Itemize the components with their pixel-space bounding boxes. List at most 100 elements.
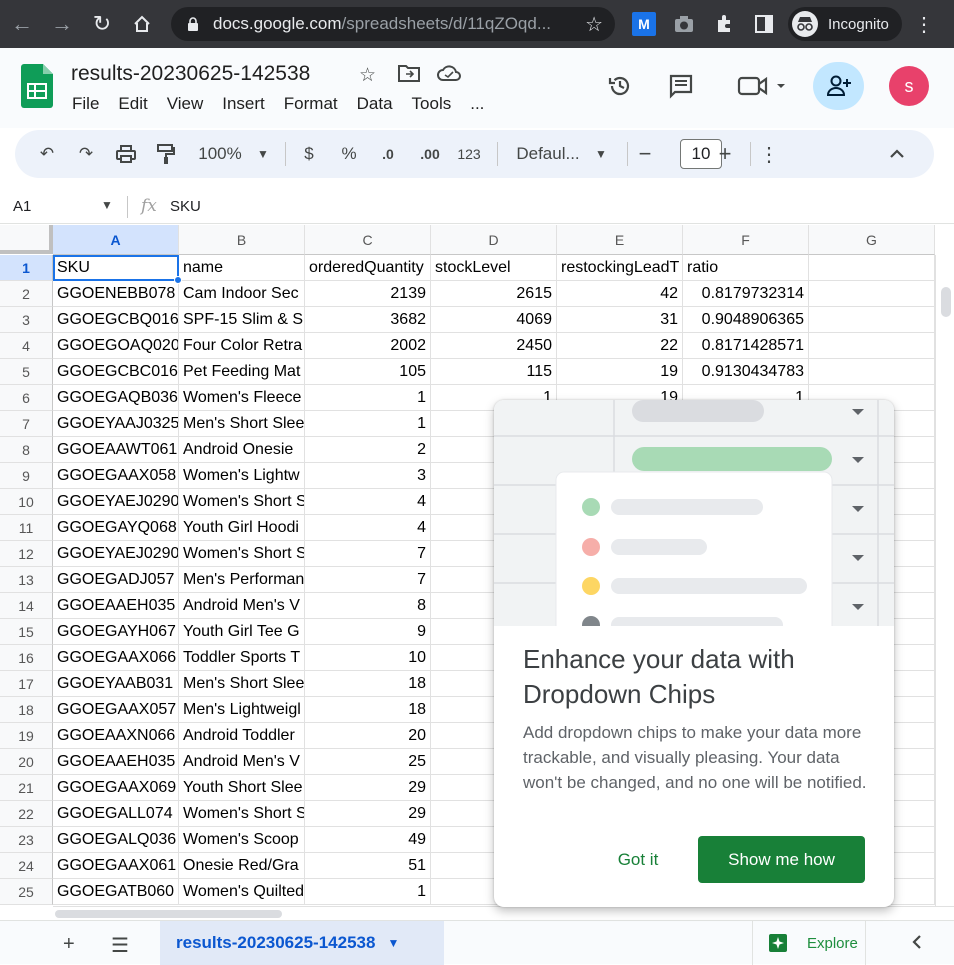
back-arrow-icon[interactable]: ←	[2, 4, 42, 44]
table-cell[interactable]: 4	[305, 515, 431, 541]
home-icon[interactable]	[122, 4, 162, 44]
menu-edit[interactable]: Edit	[118, 94, 147, 114]
table-cell[interactable]: Android Men's V	[179, 593, 305, 619]
table-cell[interactable]	[809, 307, 935, 333]
browser-menu-icon[interactable]: ⋮	[914, 12, 934, 37]
row-header[interactable]: 3	[0, 307, 53, 333]
menu-insert[interactable]: Insert	[222, 94, 265, 114]
collapse-toolbar-icon[interactable]	[887, 142, 907, 166]
table-cell[interactable]: Toddler Sports T	[179, 645, 305, 671]
row-header[interactable]: 6	[0, 385, 53, 411]
font-caret-icon[interactable]: ▼	[595, 142, 607, 166]
table-cell[interactable]: 2	[305, 437, 431, 463]
row-header[interactable]: 23	[0, 827, 53, 853]
sheet-tab-caret-icon[interactable]: ▼	[387, 936, 399, 950]
table-cell[interactable]: GGOEGAAX058	[53, 463, 179, 489]
column-header-a[interactable]: A	[53, 225, 179, 255]
table-cell[interactable]: 20	[305, 723, 431, 749]
table-cell[interactable]: 105	[305, 359, 431, 385]
meet-video-icon[interactable]	[734, 70, 790, 102]
row-header[interactable]: 22	[0, 801, 53, 827]
table-cell[interactable]: GGOEGAAX066	[53, 645, 179, 671]
table-cell[interactable]: 0.8171428571	[683, 333, 809, 359]
increase-font-size-icon[interactable]: +	[715, 141, 735, 166]
table-cell[interactable]: Android Men's V	[179, 749, 305, 775]
side-panel-icon[interactable]	[752, 12, 776, 36]
table-cell[interactable]: 4069	[431, 307, 557, 333]
forward-arrow-icon[interactable]: →	[42, 4, 82, 44]
table-cell[interactable]: 18	[305, 697, 431, 723]
header-cell[interactable]: SKU	[53, 255, 179, 281]
table-cell[interactable]: 2450	[431, 333, 557, 359]
fill-handle[interactable]	[174, 276, 182, 284]
header-cell[interactable]: ratio	[683, 255, 809, 281]
menu-file[interactable]: File	[72, 94, 99, 114]
print-icon[interactable]	[115, 142, 137, 166]
row-header[interactable]: 21	[0, 775, 53, 801]
table-cell[interactable]: 1	[305, 385, 431, 411]
show-me-how-button[interactable]: Show me how	[698, 836, 865, 883]
row-header[interactable]: 17	[0, 671, 53, 697]
extensions-puzzle-icon[interactable]	[712, 12, 736, 36]
table-cell[interactable]: 2002	[305, 333, 431, 359]
horizontal-scrollbar[interactable]	[53, 906, 954, 920]
name-box[interactable]: A1	[13, 198, 31, 215]
horizontal-scroll-thumb[interactable]	[55, 910, 282, 918]
all-sheets-icon[interactable]: ☰	[111, 933, 129, 958]
table-cell[interactable]: GGOEAAEH035	[53, 749, 179, 775]
percent-format-button[interactable]: %	[340, 142, 358, 166]
table-cell[interactable]: GGOEYAEJ0290	[53, 489, 179, 515]
table-cell[interactable]: 42	[557, 281, 683, 307]
table-cell[interactable]	[809, 281, 935, 307]
table-cell[interactable]: 31	[557, 307, 683, 333]
more-options-icon[interactable]: ⋮	[759, 142, 779, 166]
table-cell[interactable]: 7	[305, 541, 431, 567]
table-cell[interactable]: Onesie Red/Gra	[179, 853, 305, 879]
reload-icon[interactable]: ↻	[82, 4, 122, 44]
menu-format[interactable]: Format	[284, 94, 338, 114]
explore-button[interactable]: Explore	[752, 921, 866, 965]
table-cell[interactable]: GGOEGAAX069	[53, 775, 179, 801]
table-cell[interactable]	[809, 359, 935, 385]
table-cell[interactable]: 3	[305, 463, 431, 489]
table-cell[interactable]: 0.8179732314	[683, 281, 809, 307]
table-cell[interactable]: 29	[305, 775, 431, 801]
table-cell[interactable]: Women's Scoop	[179, 827, 305, 853]
table-cell[interactable]: GGOEAAEH035	[53, 593, 179, 619]
table-cell[interactable]: Youth Girl Tee G	[179, 619, 305, 645]
row-header[interactable]: 11	[0, 515, 53, 541]
header-cell[interactable]: orderedQuantity	[305, 255, 431, 281]
vertical-scrollbar[interactable]	[935, 255, 954, 906]
row-header[interactable]: 16	[0, 645, 53, 671]
comments-icon[interactable]	[665, 70, 697, 102]
undo-icon[interactable]: ↶	[37, 142, 57, 166]
table-cell[interactable]: 2615	[431, 281, 557, 307]
row-header[interactable]: 12	[0, 541, 53, 567]
increase-decimal-button[interactable]: .00	[417, 142, 443, 166]
header-cell[interactable]	[809, 255, 935, 281]
table-cell[interactable]: Men's Short Slee	[179, 411, 305, 437]
bookmark-star-icon[interactable]: ☆	[585, 12, 603, 37]
table-cell[interactable]: 9	[305, 619, 431, 645]
table-cell[interactable]: GGOEGAAX057	[53, 697, 179, 723]
incognito-profile-button[interactable]: Incognito	[788, 7, 902, 41]
paint-format-icon[interactable]	[155, 142, 177, 166]
address-bar[interactable]: docs.google.com/spreadsheets/d/11qZOqd..…	[171, 7, 615, 41]
table-cell[interactable]: 10	[305, 645, 431, 671]
column-header-c[interactable]: C	[305, 225, 431, 255]
row-header[interactable]: 9	[0, 463, 53, 489]
row-header[interactable]: 5	[0, 359, 53, 385]
row-header[interactable]: 10	[0, 489, 53, 515]
table-cell[interactable]	[809, 333, 935, 359]
table-cell[interactable]: 22	[557, 333, 683, 359]
row-header[interactable]: 25	[0, 879, 53, 905]
formula-input[interactable]: SKU	[170, 198, 201, 215]
table-cell[interactable]: GGOEGCBQ016	[53, 307, 179, 333]
row-header[interactable]: 13	[0, 567, 53, 593]
table-cell[interactable]: Women's Short S	[179, 489, 305, 515]
table-cell[interactable]: GGOEGAYQ068	[53, 515, 179, 541]
column-header-f[interactable]: F	[683, 225, 809, 255]
table-cell[interactable]: 25	[305, 749, 431, 775]
menu-data[interactable]: Data	[357, 94, 393, 114]
table-cell[interactable]: Men's Performan	[179, 567, 305, 593]
